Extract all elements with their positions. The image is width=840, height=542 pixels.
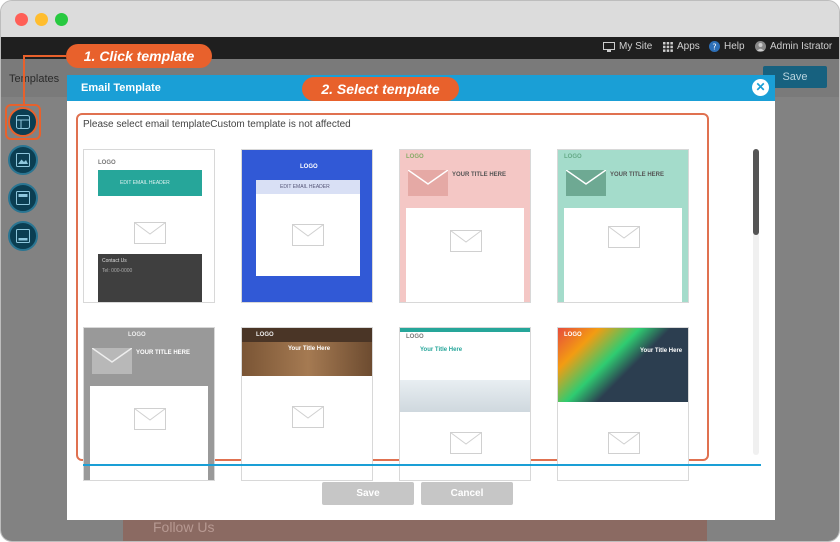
template-title: YOUR TITLE HERE: [452, 172, 507, 178]
dialog-close-button[interactable]: ✕: [752, 79, 769, 96]
envelope-icon: [292, 224, 324, 246]
template-body: [406, 208, 524, 302]
template-thumb-1[interactable]: LOGO EDIT EMAIL HEADER Contact Us Tel: 0…: [83, 149, 215, 303]
dialog-divider: [83, 464, 761, 466]
dialog-save-button[interactable]: Save: [322, 482, 414, 505]
template-thumb-2[interactable]: LOGO EDIT EMAIL HEADER: [241, 149, 373, 303]
template-body: [90, 386, 208, 480]
envelope-icon: [450, 432, 482, 454]
close-icon: ✕: [755, 80, 766, 94]
template-title: Your Title Here: [288, 346, 331, 352]
envelope-icon: [450, 230, 482, 252]
template-top-bar: [400, 328, 530, 332]
envelope-icon: [134, 408, 166, 430]
template-logo: LOGO: [564, 154, 582, 160]
envelope-icon: [608, 432, 640, 454]
template-header-text: EDIT EMAIL HEADER: [280, 184, 330, 190]
template-thumb-6[interactable]: LOGO Your Title Here: [241, 327, 373, 481]
template-logo: LOGO: [406, 334, 424, 340]
template-title: YOUR TITLE HERE: [610, 172, 665, 178]
callout-step-2: 2. Select template: [302, 77, 459, 101]
template-contact-label: Contact Us: [102, 258, 127, 264]
template-thumb-7[interactable]: LOGO Your Title Here: [399, 327, 531, 481]
envelope-icon: [408, 170, 448, 196]
envelope-icon: [566, 170, 606, 196]
template-logo: LOGO: [564, 332, 582, 338]
template-thumb-4[interactable]: LOGO YOUR TITLE HERE: [557, 149, 689, 303]
envelope-icon: [134, 222, 166, 244]
dialog-title: Email Template: [81, 82, 161, 94]
template-hero-image: [558, 328, 688, 402]
template-title: Your Title Here: [640, 348, 683, 354]
template-header-text: EDIT EMAIL HEADER: [120, 180, 170, 186]
template-logo: LOGO: [256, 332, 274, 338]
callout-step-1: 1. Click template: [66, 44, 212, 68]
template-logo: LOGO: [300, 164, 318, 170]
template-title: YOUR TITLE HERE: [136, 350, 191, 356]
template-tool-highlight: [5, 104, 41, 140]
envelope-icon: [292, 406, 324, 428]
template-logo: LOGO: [128, 332, 146, 338]
template-hero-image: [400, 380, 530, 412]
envelope-icon: [92, 348, 132, 374]
template-logo: LOGO: [98, 160, 116, 166]
template-scrollbar-thumb[interactable]: [753, 149, 759, 235]
envelope-icon: [608, 226, 640, 248]
dialog-cancel-button[interactable]: Cancel: [421, 482, 513, 505]
template-logo: LOGO: [406, 154, 424, 160]
template-contact-info: Tel: 000-0000: [102, 268, 133, 274]
template-thumb-5[interactable]: LOGO YOUR TITLE HERE: [83, 327, 215, 481]
email-template-dialog: Email Template ✕ Please select email tem…: [67, 75, 775, 520]
template-thumb-8[interactable]: LOGO Your Title Here: [557, 327, 689, 481]
template-thumb-3[interactable]: LOGO YOUR TITLE HERE: [399, 149, 531, 303]
template-body: [564, 208, 682, 302]
template-title: Your Title Here: [420, 347, 463, 353]
